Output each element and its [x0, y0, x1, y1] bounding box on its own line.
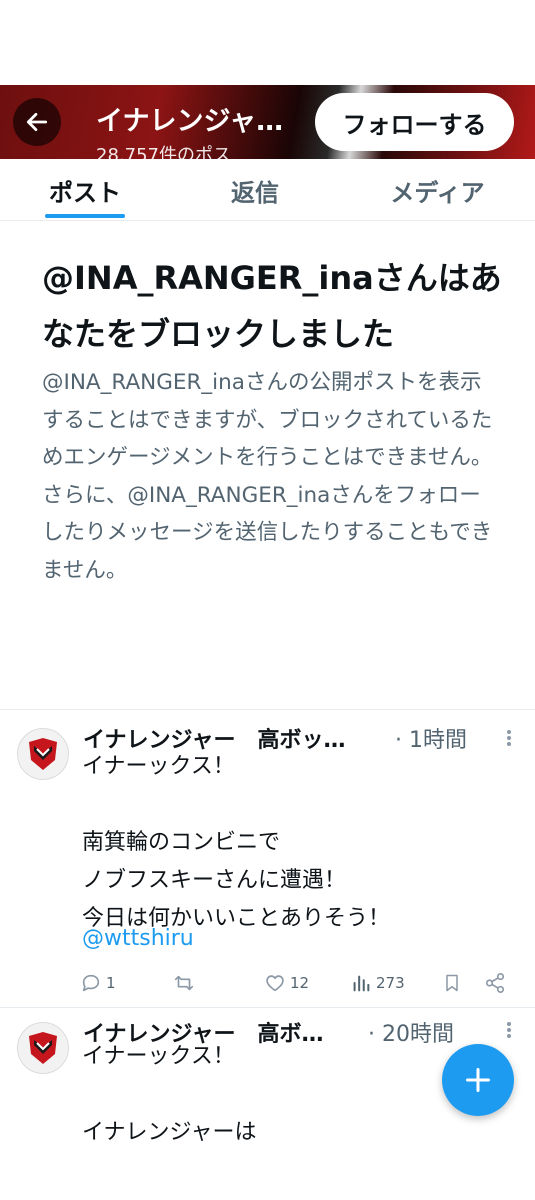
tweet-text: イナーックス！ 南箕輪のコンビニで ノブフスキーさんに遭遇！ 今日は何かいいこと…	[82, 754, 391, 931]
blocked-title: @INA_RANGER_inaさんはあなたをブロックしました	[42, 259, 502, 353]
bookmark-button[interactable]	[442, 968, 462, 998]
divider	[0, 709, 535, 710]
profile-tabs: ポスト 返信 メディア	[0, 159, 535, 221]
views-button[interactable]: 273	[350, 968, 405, 998]
like-button[interactable]: 12	[264, 968, 309, 998]
tab-replies[interactable]: 返信	[210, 159, 300, 221]
heart-icon	[266, 975, 284, 992]
retweet-button[interactable]	[172, 968, 196, 998]
tweet-actions: 1 12 273	[80, 968, 510, 998]
reply-button[interactable]: 1	[80, 968, 116, 998]
ranger-logo-icon	[29, 738, 57, 770]
avatar[interactable]	[17, 728, 69, 780]
arrow-left-icon	[26, 113, 48, 131]
share-icon	[485, 973, 505, 993]
reply-count: 1	[106, 974, 116, 992]
tweet-more-button[interactable]	[500, 1018, 518, 1042]
divider	[0, 1007, 535, 1008]
view-count: 273	[376, 974, 405, 992]
tab-media[interactable]: メディア	[375, 159, 500, 221]
plus-icon	[465, 1067, 491, 1093]
more-vertical-icon	[507, 730, 511, 746]
blocked-description: @INA_RANGER_inaさんの公開ポストを表示することはできますが、ブロッ…	[42, 370, 493, 583]
tweet-text: イナーックス！ イナレンジャーは	[82, 1044, 257, 1145]
bookmark-icon	[446, 974, 458, 992]
views-chart-icon	[353, 975, 370, 992]
reply-icon	[82, 974, 100, 992]
back-button[interactable]	[13, 98, 61, 146]
tweet-more-button[interactable]	[500, 726, 518, 750]
mention-link[interactable]: @wttshiru	[82, 926, 194, 951]
active-tab-indicator	[45, 214, 125, 218]
profile-header: イナレンジャー… 28,757件のポス フォローする	[0, 85, 535, 159]
post-count: 28,757件のポス	[96, 145, 231, 159]
compose-button[interactable]	[442, 1044, 514, 1116]
profile-name: イナレンジャー…	[96, 106, 308, 137]
more-vertical-icon	[507, 1022, 511, 1038]
share-button[interactable]	[484, 968, 506, 998]
like-count: 12	[290, 974, 310, 992]
ranger-logo-icon	[29, 1032, 57, 1064]
retweet-icon	[174, 975, 194, 991]
tab-posts[interactable]: ポスト	[30, 159, 140, 221]
avatar[interactable]	[17, 1022, 69, 1074]
follow-button[interactable]: フォローする	[315, 93, 514, 151]
